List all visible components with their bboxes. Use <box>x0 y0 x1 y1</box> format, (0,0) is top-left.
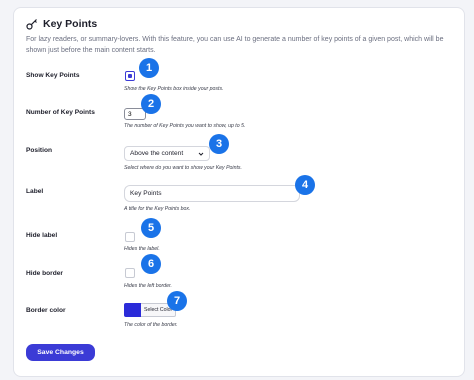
hide-label-help: Hides the label. <box>124 246 160 252</box>
position-select[interactable]: Above the content <box>124 146 210 161</box>
border-color-help: The color of the border. <box>124 322 178 328</box>
save-changes-button[interactable]: Save Changes <box>26 344 95 361</box>
callout-badge-5: 5 <box>141 218 161 238</box>
section-header: Key Points <box>26 18 97 30</box>
color-swatch[interactable] <box>124 303 141 317</box>
border-color-label: Border color <box>26 307 66 314</box>
settings-card: Key Points For lazy readers, or summary-… <box>13 7 465 377</box>
hide-label-checkbox[interactable] <box>125 232 135 242</box>
chevron-down-icon <box>198 152 204 156</box>
callout-badge-7: 7 <box>167 291 187 311</box>
hide-border-checkbox[interactable] <box>125 268 135 278</box>
callout-badge-3: 3 <box>209 134 229 154</box>
show-key-points-label: Show Key Points <box>26 72 80 79</box>
hide-border-label: Hide border <box>26 270 64 277</box>
number-of-key-points-label: Number of Key Points <box>26 109 95 116</box>
section-description: For lazy readers, or summary-lovers. Wit… <box>26 36 444 54</box>
position-label: Position <box>26 147 53 154</box>
show-key-points-help: Show the Key Points box inside your post… <box>124 86 224 92</box>
number-of-key-points-help: The number of Key Points you want to sho… <box>124 123 246 129</box>
position-help: Select where do you want to show your Ke… <box>124 165 242 171</box>
show-key-points-checkbox[interactable] <box>125 71 135 81</box>
label-input[interactable] <box>124 185 300 202</box>
callout-badge-6: 6 <box>141 254 161 274</box>
callout-badge-1: 1 <box>139 58 159 78</box>
hide-border-help: Hides the left border. <box>124 283 172 289</box>
label-field-label: Label <box>26 188 44 195</box>
label-help: A title for the Key Points box. <box>124 206 191 212</box>
hide-label-label: Hide label <box>26 232 58 239</box>
position-selected-value: Above the content <box>130 150 184 157</box>
key-icon <box>26 19 37 30</box>
callout-badge-2: 2 <box>141 94 161 114</box>
callout-badge-4: 4 <box>295 175 315 195</box>
page-title: Key Points <box>43 18 98 30</box>
